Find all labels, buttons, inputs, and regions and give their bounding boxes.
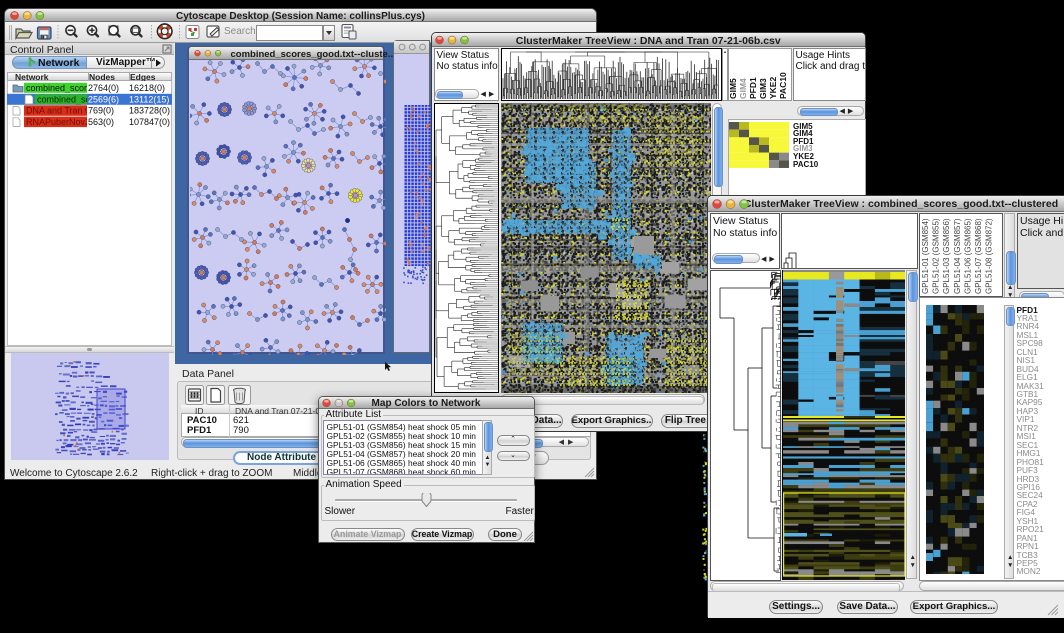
svg-text:GPL51-04 (GSM857): GPL51-04 (GSM857) xyxy=(953,218,962,294)
svg-text:GPL51-07 (GSM868): GPL51-07 (GSM868) xyxy=(974,218,983,294)
svg-text:GPL51-01 (GSM854): GPL51-01 (GSM854) xyxy=(921,218,930,294)
svg-text:PFD1: PFD1 xyxy=(748,77,758,99)
svg-text:GIM5: GIM5 xyxy=(728,78,738,99)
svg-text:16218(0): 16218(0) xyxy=(129,83,165,93)
svg-text:563(0): 563(0) xyxy=(88,117,114,127)
svg-text:GIM4: GIM4 xyxy=(738,78,748,99)
svg-text:YKE2: YKE2 xyxy=(768,77,778,99)
svg-text:DNA and Tran 07: DNA and Tran 07 xyxy=(26,106,95,116)
svg-text:GPL51-06 (GSM865): GPL51-06 (GSM865) xyxy=(963,218,972,294)
svg-text:2764(0): 2764(0) xyxy=(88,83,119,93)
svg-text:183728(0): 183728(0) xyxy=(129,106,170,116)
svg-text:107847(0): 107847(0) xyxy=(129,117,170,127)
svg-text:2569(6): 2569(6) xyxy=(88,94,119,104)
svg-text:GPL51-08 (GSM872): GPL51-08 (GSM872) xyxy=(985,218,994,294)
svg-text:GIM3: GIM3 xyxy=(758,78,768,99)
svg-text:PAC10: PAC10 xyxy=(778,72,788,99)
svg-text:13112(15): 13112(15) xyxy=(129,94,169,104)
svg-text:GPL51-02 (GSM855): GPL51-02 (GSM855) xyxy=(932,218,941,294)
svg-text:GPL51-03 (GSM856): GPL51-03 (GSM856) xyxy=(942,218,951,294)
svg-text:769(0): 769(0) xyxy=(88,106,114,116)
